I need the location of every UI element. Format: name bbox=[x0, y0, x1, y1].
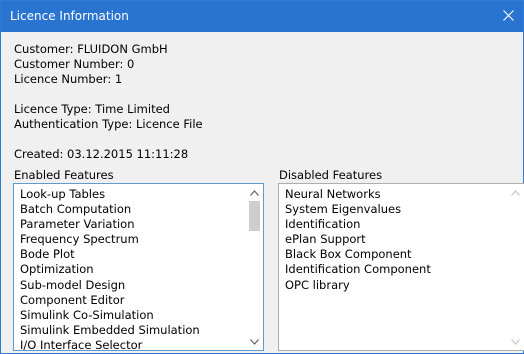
customer-text: Customer: FLUIDON GmbH bbox=[14, 42, 168, 56]
disabled-features-label: Disabled Features bbox=[279, 168, 383, 182]
disabled-features-scrollbar bbox=[507, 184, 524, 350]
close-button[interactable] bbox=[493, 1, 523, 32]
scroll-up-button bbox=[507, 184, 524, 201]
feature-list-item[interactable]: Identification Component bbox=[285, 262, 504, 277]
window-title: Licence Information bbox=[10, 9, 129, 23]
feature-list-item[interactable]: Simulink Co-Simulation bbox=[20, 308, 243, 323]
scroll-down-button bbox=[507, 333, 524, 350]
customer-number-text: Customer Number: 0 bbox=[14, 57, 135, 71]
enabled-features-list[interactable]: Look-up Tables Batch Computation Parameter… bbox=[13, 183, 264, 353]
feature-list-item[interactable]: Optimization bbox=[20, 262, 243, 277]
licence-info-dialog: Licence Information Customer: FLUIDON Gm… bbox=[0, 0, 524, 354]
scroll-thumb[interactable] bbox=[249, 201, 260, 231]
close-icon bbox=[502, 8, 514, 25]
feature-list-item[interactable]: Batch Computation bbox=[20, 202, 243, 217]
feature-list-item[interactable]: Bode Plot bbox=[20, 247, 243, 262]
chevron-down-icon bbox=[250, 335, 259, 348]
feature-list-item[interactable]: OPC library bbox=[285, 278, 504, 293]
disabled-features-list[interactable]: Neural Networks System Eigenvalues Identif… bbox=[278, 183, 524, 351]
scroll-up-button[interactable] bbox=[246, 184, 263, 201]
licence-type-text: Licence Type: Time Limited bbox=[14, 102, 170, 116]
authentication-type-text: Authentication Type: Licence File bbox=[14, 117, 203, 131]
feature-list-item[interactable]: Neural Networks bbox=[285, 187, 504, 202]
feature-list-item[interactable]: Identification bbox=[285, 217, 504, 232]
chevron-up-icon bbox=[250, 186, 259, 199]
chevron-up-icon bbox=[511, 186, 520, 199]
enabled-features-label: Enabled Features bbox=[14, 168, 114, 182]
feature-list-item[interactable]: Component Editor bbox=[20, 293, 243, 308]
feature-list-item[interactable]: Look-up Tables bbox=[20, 187, 243, 202]
feature-list-item[interactable]: I/O Interface Selector bbox=[20, 338, 243, 353]
feature-list-item[interactable]: ePlan Support bbox=[285, 232, 504, 247]
scroll-down-button[interactable] bbox=[246, 333, 263, 350]
feature-list-item[interactable]: Parameter Variation bbox=[20, 217, 243, 232]
created-text: Created: 03.12.2015 11:11:28 bbox=[14, 147, 189, 161]
feature-list-item[interactable]: Sub-model Design bbox=[20, 278, 243, 293]
enabled-features-scrollbar[interactable] bbox=[246, 184, 263, 350]
chevron-down-icon bbox=[511, 335, 520, 348]
feature-list-item[interactable]: System Eigenvalues bbox=[285, 202, 504, 217]
feature-list-item[interactable]: Black Box Component bbox=[285, 247, 504, 262]
licence-number-text: Licence Number: 1 bbox=[14, 72, 123, 86]
title-bar[interactable]: Licence Information bbox=[1, 1, 523, 32]
feature-list-item[interactable]: Simulink Embedded Simulation bbox=[20, 323, 243, 338]
feature-list-item[interactable]: Frequency Spectrum bbox=[20, 232, 243, 247]
